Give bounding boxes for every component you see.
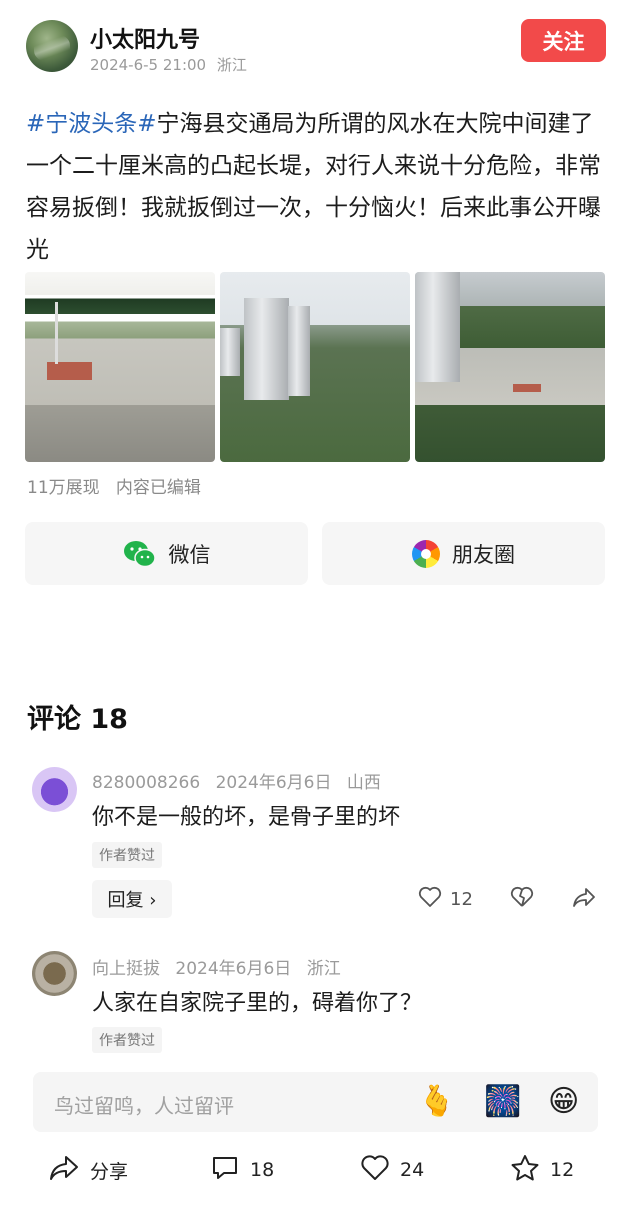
commenter-avatar[interactable] — [32, 951, 77, 996]
wechat-icon — [123, 539, 157, 569]
grin-emoji-button[interactable]: 😁 — [548, 1085, 579, 1119]
reply-button[interactable]: 回复 › — [92, 880, 172, 918]
comment-meta: 向上挺拔 2024年6月6日 浙江 — [92, 954, 341, 979]
heart-icon — [360, 1154, 390, 1186]
comment-region: 浙江 — [306, 959, 341, 979]
comment-text: 人家在自家院子里的，碍着你了？ — [92, 991, 423, 1016]
comment-date: 2024年6月6日 — [215, 773, 332, 793]
commenter-name[interactable]: 8280008266 — [92, 773, 200, 793]
comment-date: 2024年6月6日 — [175, 959, 292, 979]
share-moments-label: 朋友圈 — [452, 542, 515, 567]
follow-button[interactable]: 关注 — [521, 19, 606, 62]
post-photo-1[interactable] — [25, 272, 215, 462]
author-avatar[interactable] — [26, 20, 78, 72]
share-wechat-label: 微信 — [168, 542, 211, 567]
comment-input-placeholder: 鸟过留鸣，人过留评 — [54, 1094, 234, 1118]
share-wechat-button[interactable]: 微信 — [25, 522, 308, 585]
bottom-comment-button[interactable]: 18 — [210, 1152, 274, 1188]
bottom-like-button[interactable]: 24 — [360, 1152, 424, 1188]
bottom-favorite-button[interactable]: 12 — [510, 1152, 574, 1188]
comment-share-button[interactable] — [572, 886, 596, 912]
author-name[interactable]: 小太阳九号 — [90, 22, 200, 54]
share-icon — [48, 1154, 80, 1186]
comments-title: 评论 18 — [27, 704, 128, 735]
finger-heart-emoji-button[interactable]: 🫰 — [418, 1085, 455, 1119]
comment-meta: 8280008266 2024年6月6日 山西 — [92, 768, 381, 793]
commenter-name[interactable]: 向上挺拔 — [92, 959, 160, 979]
broken-heart-icon — [510, 886, 534, 912]
bottom-favorite-count: 12 — [550, 1159, 575, 1181]
comment-text: 你不是一般的坏，是骨子里的坏 — [92, 805, 401, 830]
commenter-avatar[interactable] — [32, 767, 77, 812]
moments-icon — [412, 539, 440, 568]
comment-like-count: 12 — [450, 888, 473, 910]
post-location: 浙江 — [216, 56, 247, 74]
share-arrow-icon — [572, 886, 596, 912]
bottom-share-button[interactable]: 分享 — [48, 1152, 128, 1188]
comment-dislike-button[interactable] — [510, 886, 534, 912]
bottom-share-label: 分享 — [90, 1160, 129, 1183]
post-stats: 11万展现 内容已编辑 — [27, 478, 201, 498]
bottom-like-count: 24 — [400, 1159, 425, 1181]
author-liked-badge: 作者赞过 — [92, 842, 162, 868]
author-liked-badge: 作者赞过 — [92, 1027, 162, 1053]
post-datetime: 2024-6-5 21:00 — [90, 56, 207, 74]
post-body: #宁波头条#宁海县交通局为所谓的风水在大院中间建了一个二十厘米高的凸起长堤，对行… — [26, 103, 611, 271]
share-moments-button[interactable]: 朋友圈 — [322, 522, 605, 585]
comment-like-button[interactable]: 12 — [418, 886, 473, 912]
hashtag-link[interactable]: #宁波头条# — [26, 111, 157, 137]
comment-region: 山西 — [346, 773, 381, 793]
post-meta: 2024-6-5 21:00 浙江 — [90, 54, 247, 75]
post-photo-3[interactable] — [415, 272, 605, 462]
star-icon — [510, 1154, 540, 1186]
comment-icon — [210, 1154, 240, 1186]
bottom-comment-count: 18 — [250, 1159, 275, 1181]
fireworks-emoji-button[interactable]: 🎆 — [484, 1085, 521, 1119]
post-photo-2[interactable] — [220, 272, 410, 462]
heart-icon — [418, 886, 442, 912]
